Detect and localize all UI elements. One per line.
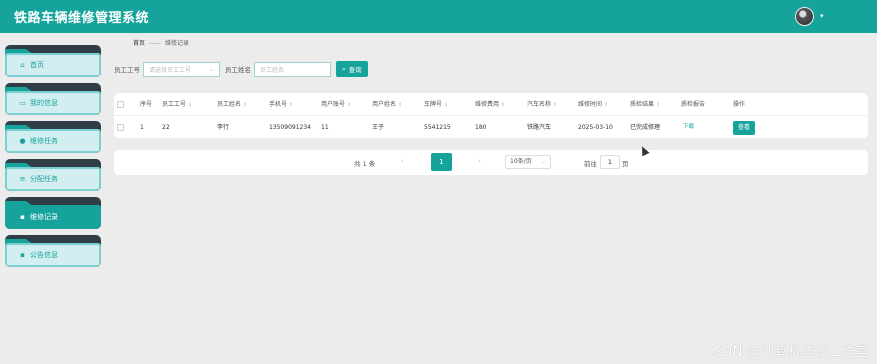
cell-employee-name: 李行 [217, 124, 230, 131]
column-header[interactable]: 员工姓名 ⇕ [217, 93, 247, 116]
sidebar-item-my-info[interactable]: ▭ 我的信息 [5, 83, 101, 115]
employee-name-input[interactable]: 员工姓名 [254, 61, 331, 77]
sort-icon: ⇕ [188, 102, 193, 108]
breadcrumb-home[interactable]: 首页 [133, 40, 145, 47]
pagination-total: 共 1 条 [354, 160, 376, 168]
sort-icon: ⇕ [444, 102, 449, 108]
column-header[interactable]: 员工工号 ⇕ [162, 93, 192, 116]
top-bar: 铁路车辆维修管理系统 [0, 0, 877, 33]
grid-icon: ▪ [20, 213, 25, 221]
sidebar-item-label: 维修任务 [30, 137, 58, 145]
sidebar-item-label: 公告信息 [30, 251, 58, 259]
employee-name-placeholder: 员工姓名 [260, 66, 285, 74]
column-header[interactable]: 用户账号 ⇕ [321, 93, 351, 116]
page-number-current[interactable]: 1 [431, 153, 452, 171]
column-header[interactable]: 维修时间 ⇕ [578, 93, 608, 116]
sidebar-item-label: 维修记录 [30, 213, 58, 221]
cell-car-name: 铁路汽车 [527, 124, 552, 131]
records-table: 序号 员工工号 ⇕ 员工姓名 ⇕ 手机号 ⇕ 用户账号 ⇕ 用户姓名 ⇕ 车牌号 ⇕ 维修费… [114, 93, 868, 139]
sidebar-item-label: 首页 [30, 61, 44, 69]
employee-no-select[interactable]: 请选择员工工号 ⌄ [143, 61, 220, 77]
page-size-select[interactable]: 10条/页 ⌄ [505, 155, 551, 169]
column-header[interactable]: 维修费用 ⇕ [475, 93, 505, 116]
chevron-down-icon: ⌄ [541, 159, 546, 165]
sort-icon: ⇕ [553, 102, 558, 108]
chevron-down-icon: ⌄ [208, 65, 214, 73]
employee-no-placeholder: 请选择员工工号 [149, 66, 192, 74]
cell-plate: 5541215 [424, 124, 451, 131]
sort-icon: ⇕ [289, 102, 294, 108]
view-button[interactable]: 查看 [733, 121, 756, 135]
search-button[interactable]: ⌕ 查询 [336, 61, 368, 77]
column-header[interactable]: 质检结果 ⇕ [630, 93, 660, 116]
breadcrumb-current: 维修记录 [165, 40, 190, 47]
column-header[interactable]: 手机号 ⇕ [269, 93, 293, 116]
grid-icon: ▪ [20, 251, 25, 259]
goto-label: 前往 [584, 160, 597, 168]
search-button-label: 查询 [348, 66, 362, 74]
next-page-icon[interactable]: › [478, 157, 481, 165]
sort-icon: ⇕ [347, 102, 352, 108]
table-header: 序号 员工工号 ⇕ 员工姓名 ⇕ 手机号 ⇕ 用户账号 ⇕ 用户姓名 ⇕ 车牌号 ⇕ 维修费… [114, 93, 868, 116]
select-all-checkbox[interactable] [117, 101, 124, 108]
app-title: 铁路车辆维修管理系统 [14, 11, 150, 26]
search-icon: ⌕ [342, 64, 346, 73]
sort-icon: ⇕ [243, 102, 248, 108]
column-header[interactable]: 车牌号 ⇕ [424, 93, 448, 116]
cell-user-name: 王子 [372, 124, 385, 131]
column-header: 操作 [733, 101, 746, 108]
search-bar: 员工工号 请选择员工工号 ⌄ 员工姓名 员工姓名 ⌕ 查询 [114, 61, 368, 77]
sort-icon: ⇕ [604, 102, 609, 108]
breadcrumb: 首页 —— 维修记录 [133, 38, 189, 47]
home-icon: ⌂ [20, 61, 25, 69]
sidebar-item-label: 分配任务 [30, 175, 58, 183]
page-suffix: 页 [622, 160, 629, 168]
breadcrumb-separator: —— [149, 40, 162, 47]
cell-employee-no: 22 [162, 124, 170, 131]
cell-index: 1 [140, 124, 144, 131]
sidebar-item-repair-tasks[interactable]: ● 维修任务 [5, 121, 101, 153]
user-avatar[interactable] [795, 7, 814, 26]
column-header: 序号 [140, 101, 153, 108]
cell-fee: 180 [475, 124, 487, 131]
cell-repair-time: 2025-03-10 [578, 124, 613, 131]
id-card-icon: ▭ [19, 99, 26, 107]
column-header: 质检报告 [681, 101, 706, 108]
sidebar-item-repair-records[interactable]: ▪ 维修记录 [5, 197, 101, 229]
download-report-link[interactable]: 下载 [683, 116, 694, 139]
employee-no-label: 员工工号 [114, 66, 140, 74]
sidebar: ⌂ 首页 ▭ 我的信息 ● 维修任务 ≡ 分配任务 ▪ 维修记录 ▪ 公告信息 [0, 33, 106, 364]
goto-page-input[interactable]: 1 [600, 155, 620, 169]
sort-icon: ⇕ [398, 102, 403, 108]
prev-page-icon[interactable]: ‹ [401, 157, 404, 165]
chevron-down-icon[interactable]: ▾ [820, 12, 824, 20]
sidebar-item-announcements[interactable]: ▪ 公告信息 [5, 235, 101, 267]
sort-icon: ⇕ [656, 102, 661, 108]
table-row: 1 22 李行 13509091234 11 王子 5541215 180 铁路… [114, 116, 868, 139]
sidebar-item-assign-tasks[interactable]: ≡ 分配任务 [5, 159, 101, 191]
cell-user-account: 11 [321, 124, 329, 131]
column-header[interactable]: 用户姓名 ⇕ [372, 93, 402, 116]
pin-icon: ● [19, 137, 26, 145]
cell-phone: 13509091234 [269, 124, 311, 131]
sidebar-item-label: 我的信息 [30, 99, 58, 107]
pagination: 共 1 条 ‹ 1 › 10条/页 ⌄ 前往 1 页 [114, 150, 868, 175]
employee-name-label: 员工姓名 [225, 66, 251, 74]
sidebar-item-home[interactable]: ⌂ 首页 [5, 45, 101, 77]
page-size-value: 10条/页 [510, 158, 532, 165]
sort-icon: ⇕ [501, 102, 506, 108]
watermark: CSDN @计算机毕设工作室 [703, 345, 869, 360]
row-checkbox[interactable] [117, 124, 124, 131]
column-header[interactable]: 汽车名称 ⇕ [527, 93, 557, 116]
cell-qc-result: 已完成修理 [630, 124, 661, 131]
list-icon: ≡ [19, 175, 26, 183]
